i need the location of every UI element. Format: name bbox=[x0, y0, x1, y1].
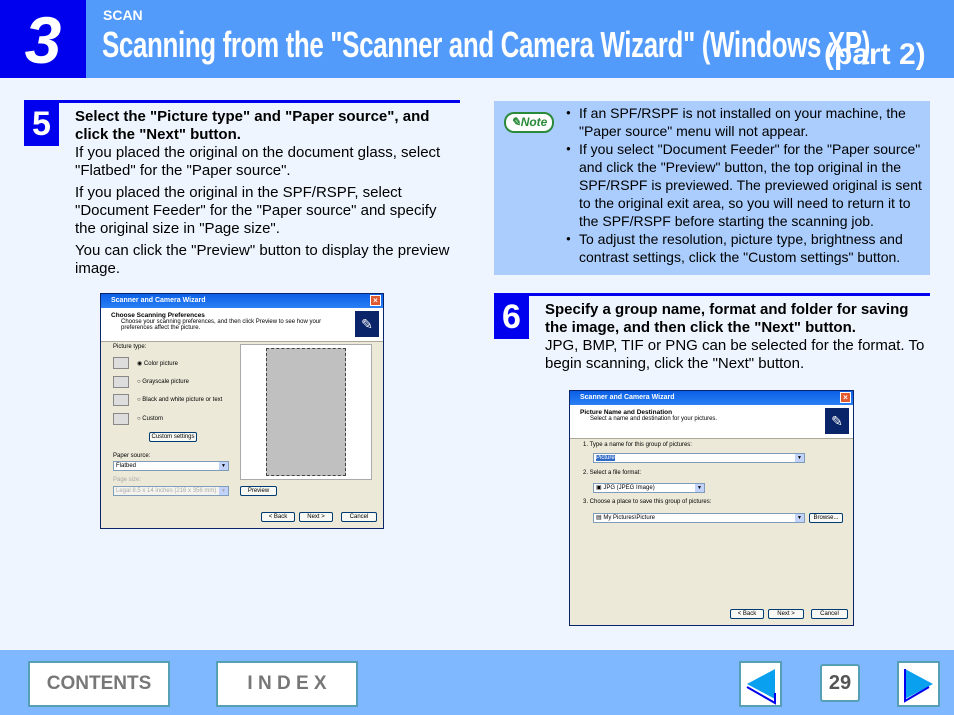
radio-grayscale[interactable]: ○ Grayscale picture bbox=[137, 379, 189, 385]
preview-button[interactable]: Preview bbox=[240, 486, 277, 496]
group-name-input[interactable]: Picture ▼ bbox=[593, 453, 805, 463]
folder-label: 3. Choose a place to save this group of … bbox=[583, 499, 712, 505]
dialog-heading: Choose Scanning Preferences bbox=[111, 312, 205, 319]
chapter-number: 3 bbox=[0, 0, 86, 78]
page-size-label: Page size: bbox=[113, 477, 142, 483]
paper-source-select[interactable]: Flatbed ▼ bbox=[113, 461, 229, 471]
arrow-left-icon bbox=[746, 669, 776, 705]
arrow-right-icon bbox=[904, 669, 933, 703]
back-button[interactable]: < Back bbox=[730, 609, 764, 619]
note-item: If an SPF/RSPF is not installed on your … bbox=[566, 104, 926, 140]
dialog-heading: Picture Name and Destination bbox=[580, 409, 673, 416]
note-list: If an SPF/RSPF is not installed on your … bbox=[566, 104, 926, 266]
dialog-titlebar: Scanner and Camera Wizard × bbox=[570, 391, 853, 405]
cancel-button[interactable]: Cancel bbox=[811, 609, 848, 619]
radio-custom[interactable]: ○ Custom bbox=[137, 416, 163, 422]
next-page-button[interactable] bbox=[897, 661, 940, 707]
wizard-icon: ✎ bbox=[355, 311, 379, 337]
dialog-titlebar: Scanner and Camera Wizard × bbox=[101, 294, 383, 308]
page-size-select[interactable]: Legal 8.5 x 14 inches (216 x 356 mm) ▼ bbox=[113, 486, 229, 496]
note-item: To adjust the resolution, picture type, … bbox=[566, 230, 926, 266]
preview-area bbox=[240, 344, 372, 480]
step6-number: 6 bbox=[494, 295, 529, 339]
back-button[interactable]: < Back bbox=[261, 512, 295, 522]
dialog-title: Scanner and Camera Wizard bbox=[580, 394, 675, 401]
step6-heading: Specify a group name, format and folder … bbox=[545, 301, 909, 336]
dialog-subheading: Choose your scanning preferences, and th… bbox=[121, 319, 322, 331]
next-button[interactable]: Next > bbox=[299, 512, 333, 522]
step5-text: Select the "Picture type" and "Paper sou… bbox=[75, 108, 460, 282]
scan-region[interactable] bbox=[266, 348, 346, 476]
page-number: 29 bbox=[820, 664, 860, 702]
file-format-select[interactable]: ▣ JPG (JPEG Image) ▼ bbox=[593, 483, 705, 493]
step5-para: You can click the "Preview" button to di… bbox=[75, 242, 450, 277]
next-button[interactable]: Next > bbox=[768, 609, 804, 619]
scan-preferences-dialog: Scanner and Camera Wizard × Choose Scanni… bbox=[100, 293, 384, 529]
cancel-button[interactable]: Cancel bbox=[341, 512, 377, 522]
wizard-icon: ✎ bbox=[825, 408, 849, 434]
note-icon: ✎Note bbox=[504, 112, 554, 133]
page-title: Scanning from the "Scanner and Camera Wi… bbox=[102, 24, 871, 65]
part-label: (part 2) bbox=[824, 38, 926, 71]
radio-color-picture[interactable]: ◉ Color picture bbox=[137, 360, 178, 367]
step6-text: Specify a group name, format and folder … bbox=[545, 301, 930, 377]
step5-para: If you placed the original in the SPF/RS… bbox=[75, 184, 437, 237]
note-item: If you select "Document Feeder" for the … bbox=[566, 140, 926, 230]
name-label: 1. Type a name for this group of picture… bbox=[583, 442, 692, 448]
dialog-subheading: Select a name and destination for your p… bbox=[590, 416, 718, 422]
format-label: 2. Select a file format: bbox=[583, 470, 642, 476]
close-icon[interactable]: × bbox=[840, 392, 851, 403]
step6-para: JPG, BMP, TIF or PNG can be selected for… bbox=[545, 337, 925, 372]
dialog-header: Choose Scanning Preferences Choose your s… bbox=[101, 308, 383, 342]
close-icon[interactable]: × bbox=[370, 295, 381, 306]
custom-settings-button[interactable]: Custom settings bbox=[149, 432, 197, 442]
section-label: SCAN bbox=[103, 7, 143, 23]
paper-source-label: Paper source: bbox=[113, 453, 151, 459]
dialog-title: Scanner and Camera Wizard bbox=[111, 297, 206, 304]
color-picture-icon bbox=[113, 357, 129, 369]
step6-rule bbox=[494, 293, 930, 296]
index-button[interactable]: I N D E X bbox=[216, 661, 358, 707]
grayscale-icon bbox=[113, 376, 129, 388]
custom-icon bbox=[113, 413, 129, 425]
picture-name-dialog: Scanner and Camera Wizard × Picture Name … bbox=[569, 390, 854, 626]
previous-page-button[interactable] bbox=[739, 661, 782, 707]
browse-button[interactable]: Browse... bbox=[809, 513, 843, 523]
contents-button[interactable]: CONTENTS bbox=[28, 661, 170, 707]
step5-heading: Select the "Picture type" and "Paper sou… bbox=[75, 108, 430, 143]
step5-para: If you placed the original on the docume… bbox=[75, 144, 441, 179]
radio-black-white[interactable]: ○ Black and white picture or text bbox=[137, 397, 222, 403]
picture-type-label: Picture type: bbox=[113, 344, 147, 350]
folder-select[interactable]: ▤ My Pictures\Picture ▼ bbox=[593, 513, 805, 523]
step5-number: 5 bbox=[24, 102, 59, 146]
dialog-header: Picture Name and Destination Select a nam… bbox=[570, 405, 853, 439]
bw-icon bbox=[113, 394, 129, 406]
step5-rule bbox=[24, 100, 460, 103]
